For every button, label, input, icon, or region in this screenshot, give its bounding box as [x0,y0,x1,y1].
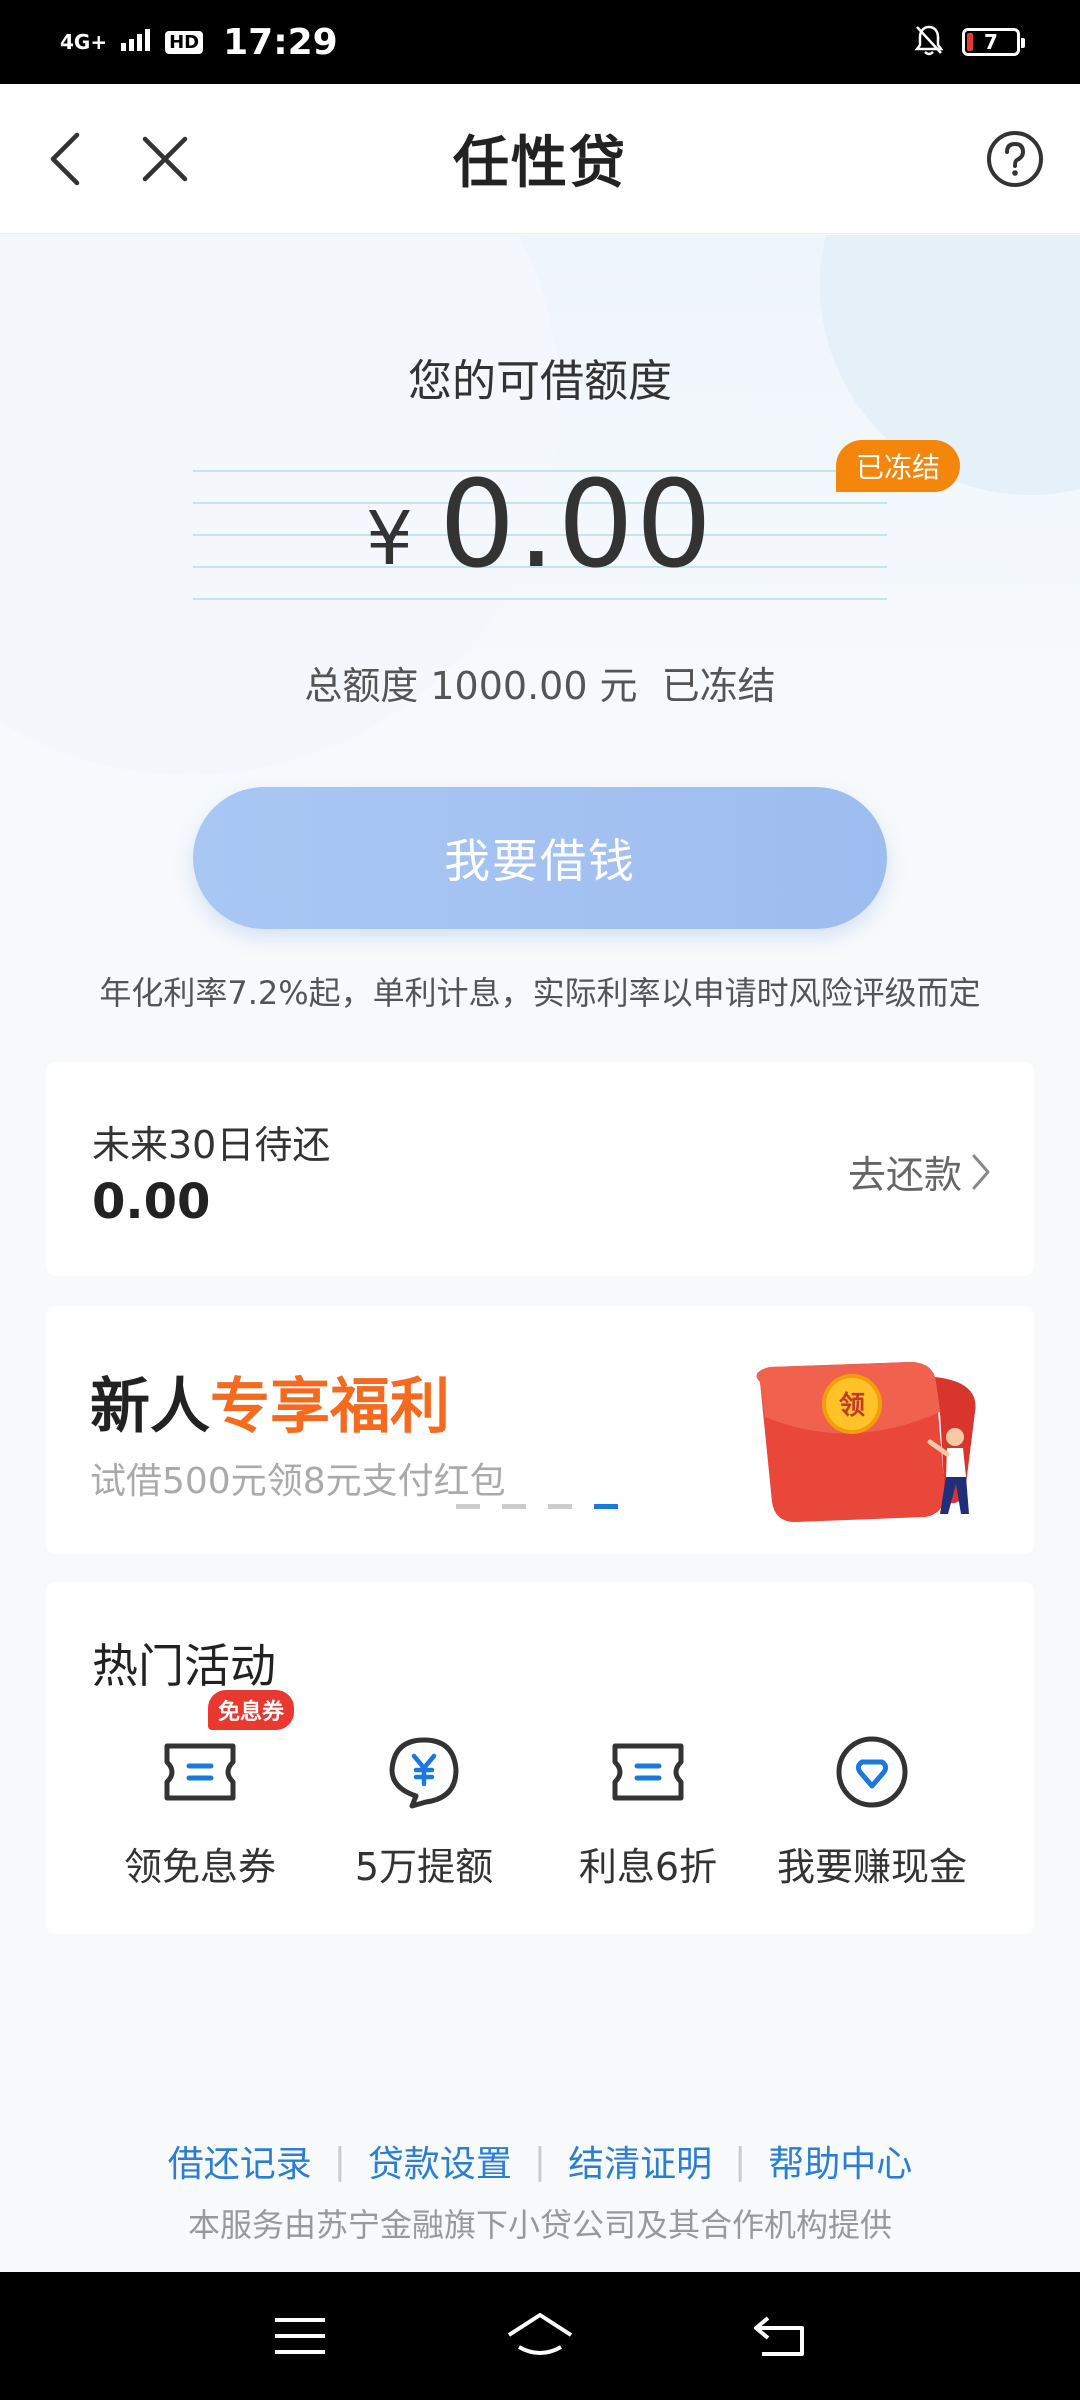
red-envelope-illustration: 领 [756,1362,976,1522]
menu-button[interactable] [260,2296,340,2376]
carousel-dot [548,1504,572,1509]
close-button[interactable] [120,84,210,234]
service-provider-note: 本服务由苏宁金融旗下小贷公司及其合作机构提供 [187,2206,892,2244]
total-quota-amount: 1000.00 [430,664,588,708]
quota-amount-display: ¥ 0.00 [193,440,887,610]
free-interest-badge: 免息券 [208,1690,295,1730]
status-bar: 4G+ HD 17:29 7 [0,0,1080,84]
ticket-icon [160,1732,240,1812]
repayment-card[interactable]: 未来30日待还 0.00 去还款 [46,1062,1034,1276]
system-navigation-bar [0,2272,1080,2400]
quota-section: 您的可借额度 ¥ 0.00 已冻结 总额度 1000.00 元 已冻结 我要借钱 年… [0,235,1080,1035]
carousel-dot-active [594,1504,618,1509]
quota-label: 您的可借额度 [408,356,672,407]
hot-activities-card: 热门活动 免息券 领免息券 5万提额 利息6折 我要赚现金 [46,1582,1034,1934]
home-icon [507,2313,573,2355]
top-navigation: 任性贷 [0,84,1080,234]
signal-icon [121,29,151,55]
total-quota-status: 已冻结 [661,664,776,708]
settlement-certificate-link[interactable]: 结清证明 [568,2135,712,2187]
currency-symbol: ¥ [365,496,413,582]
back-button[interactable] [20,84,110,234]
chevron-right-icon [972,1154,990,1189]
loan-settings-link[interactable]: 贷款设置 [368,2135,512,2187]
banner-title-part1: 新人 [90,1372,210,1442]
battery-icon: 7 [962,28,1025,56]
link-separator: | [734,2140,747,2182]
link-separator: | [333,2140,346,2182]
carousel-dot [502,1504,526,1509]
frozen-status-badge: 已冻结 [835,440,960,492]
activity-item-interest-discount[interactable]: 利息6折 [536,1732,760,1891]
hd-badge: HD [165,30,204,54]
link-separator: | [533,2140,547,2182]
activity-item-credit-increase[interactable]: 5万提额 [312,1732,536,1891]
activity-label: 领免息券 [123,1845,276,1889]
bell-muted-icon [914,24,944,60]
upcoming-repayment-label: 未来30日待还 [92,1123,331,1167]
page-title: 任性贷 [453,131,627,196]
borrow-repay-records-link[interactable]: 借还记录 [168,2135,312,2187]
total-quota-unit: 元 [599,664,638,708]
help-button[interactable] [970,84,1060,234]
total-quota-line: 总额度 1000.00 元 已冻结 [0,655,1080,710]
return-icon [754,2316,804,2356]
total-quota-prefix: 总额度 [304,664,419,708]
help-center-link[interactable]: 帮助中心 [768,2135,912,2187]
go-repay-label: 去还款 [847,1153,962,1197]
envelope-label: 领 [839,1390,865,1421]
network-indicator: 4G+ [60,30,108,54]
carousel-indicator [456,1504,618,1509]
interest-rate-note: 年化利率7.2%起，单利计息，实际利率以申请时风险评级而定 [99,974,981,1012]
back-nav-button[interactable] [740,2296,820,2376]
footer-links: 借还记录 | 贷款设置 | 结清证明 | 帮助中心 [0,2135,1080,2187]
banner-subtitle: 试借500元领8元支付红包 [90,1461,506,1502]
borrow-button[interactable]: 我要借钱 [193,787,887,929]
quota-amount: 0.00 [438,455,715,595]
question-circle-icon [987,131,1043,187]
hot-activities-title: 热门活动 [92,1639,276,1693]
banner-title: 新人专享福利 [90,1358,450,1445]
home-button[interactable] [500,2296,580,2376]
activity-list: 免息券 领免息券 5万提额 利息6折 我要赚现金 [46,1690,1034,1891]
activity-label: 利息6折 [578,1845,718,1889]
banner-title-highlight: 专享福利 [210,1372,450,1442]
activity-label: 我要赚现金 [776,1845,967,1889]
carousel-dot [456,1504,480,1509]
activity-item-free-interest-coupon[interactable]: 免息券 领免息券 [88,1690,312,1891]
status-time: 17:29 [223,21,338,63]
activity-label: 5万提额 [354,1845,494,1889]
upcoming-repayment-amount: 0.00 [92,1174,211,1230]
menu-icon [275,2318,325,2354]
activity-item-earn-cash[interactable]: 我要赚现金 [760,1732,984,1891]
chevron-left-icon [50,132,80,186]
heart-circle-icon [832,1732,912,1812]
yen-chat-icon [384,1732,464,1812]
ticket-icon [608,1732,688,1812]
close-icon [142,136,188,182]
promo-banner[interactable]: 新人专享福利 试借500元领8元支付红包 领 [46,1306,1034,1554]
go-repay-link[interactable]: 去还款 [848,1144,992,1199]
